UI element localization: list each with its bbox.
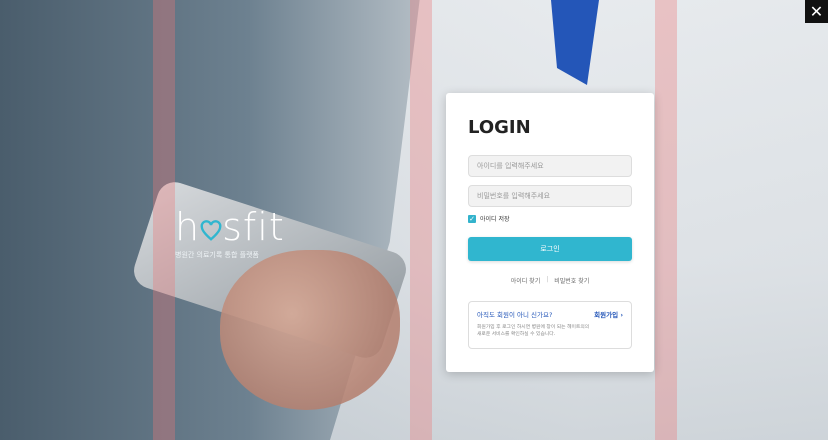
signup-description: 회원가입 후 로그인 하시면 병원에 창이 되는 헤이트의의 새로운 서비스를 … xyxy=(477,324,623,338)
password-input[interactable] xyxy=(468,185,632,207)
brand-tagline: 병원간 의료기록 통합 플랫폼 xyxy=(175,251,259,259)
brand-block: h sfit 병원간 의료기록 통합 플랫폼 xyxy=(175,208,285,260)
signup-box: 아직도 회원이 아니 신가요? 회원가입 › 회원가입 후 로그인 하시면 병원… xyxy=(468,301,632,349)
decor-stripe xyxy=(655,0,677,440)
heart-icon xyxy=(200,220,222,241)
checkbox-checked-icon: ✓ xyxy=(468,214,476,223)
signup-question: 아직도 회원이 아니 신가요? xyxy=(477,311,553,319)
chevron-right-icon: › xyxy=(620,311,623,319)
signup-desc-line: 회원가입 후 로그인 하시면 병원에 창이 되는 헤이트의의 xyxy=(477,325,590,330)
signup-link-label: 회원가입 xyxy=(594,311,619,319)
signup-desc-line: 새로운 서비스를 확인하실 수 있습니다. xyxy=(477,332,556,337)
remember-id-label: 아이디 저장 xyxy=(480,216,510,223)
link-separator: | xyxy=(546,276,549,283)
signup-link[interactable]: 회원가입 › xyxy=(594,309,623,319)
find-id-link[interactable]: 아이디 찾기 xyxy=(511,276,541,285)
find-password-link[interactable]: 비밀번호 찾기 xyxy=(554,276,589,285)
find-links: 아이디 찾기 | 비밀번호 찾기 xyxy=(468,276,632,285)
username-input[interactable] xyxy=(468,155,632,177)
decor-stripe xyxy=(153,0,175,440)
login-card: LOGIN ✓ 아이디 저장 로그인 아이디 찾기 | 비밀번호 찾기 아직도 … xyxy=(446,93,654,372)
remember-id-checkbox[interactable]: ✓ 아이디 저장 xyxy=(468,214,510,223)
login-title: LOGIN xyxy=(468,117,531,138)
brand-logo: h sfit xyxy=(175,205,285,249)
login-button[interactable]: 로그인 xyxy=(468,237,632,261)
close-button[interactable]: ✕ xyxy=(805,0,828,23)
decor-stripe xyxy=(410,0,432,440)
close-icon: ✕ xyxy=(809,1,824,21)
